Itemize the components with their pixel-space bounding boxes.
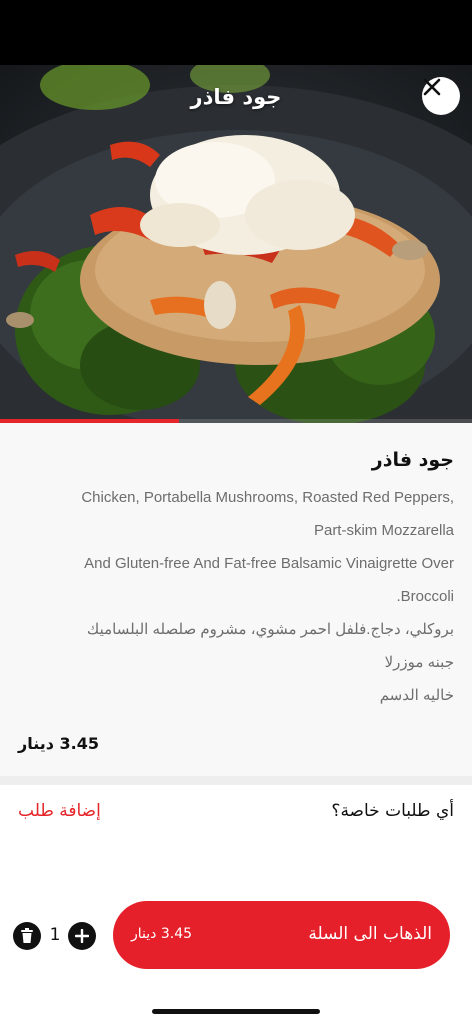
description-line: .Broccoli <box>396 588 454 605</box>
cart-button-label: الذهاب الى السلة <box>308 924 432 944</box>
remove-item-button[interactable] <box>13 922 41 950</box>
section-divider <box>0 776 472 785</box>
item-title-overlay: جود فاذر <box>190 85 282 109</box>
description-line: جبنه موزرلا <box>384 654 454 671</box>
bottom-safe-area <box>0 985 472 1024</box>
description-line: بروكلي، دجاج.فلفل احمر مشوي، مشروم صلصله… <box>86 621 454 638</box>
plus-icon <box>75 929 89 943</box>
special-requests-label: أي طلبات خاصة؟ <box>331 801 454 821</box>
status-bar <box>0 0 472 65</box>
go-to-cart-button[interactable]: الذهاب الى السلة 3.45 دينار <box>113 901 450 969</box>
cart-button-price: 3.45 دينار <box>131 926 193 942</box>
description-line: Chicken, Portabella Mushrooms, Roasted R… <box>81 489 454 506</box>
item-price: 3.45 دينار <box>18 734 100 753</box>
trash-icon <box>21 928 33 943</box>
description-line: خاليه الدسم <box>379 687 454 704</box>
item-details: جود فاذر Chicken, Portabella Mushrooms, … <box>0 423 472 776</box>
close-button[interactable] <box>422 77 460 115</box>
increase-quantity-button[interactable] <box>68 922 96 950</box>
item-name: جود فاذر <box>371 449 454 471</box>
food-photo <box>0 65 472 423</box>
add-request-link[interactable]: إضافة طلب <box>18 801 101 821</box>
home-indicator <box>152 1009 320 1014</box>
description-line: Part-skim Mozzarella <box>313 522 454 539</box>
item-image: جود فاذر <box>0 65 472 423</box>
description-line: And Gluten-free And Fat-free Balsamic Vi… <box>84 555 454 572</box>
item-description: Chicken, Portabella Mushrooms, Roasted R… <box>18 481 454 712</box>
close-icon <box>423 78 441 96</box>
quantity-value: 1 <box>49 925 61 945</box>
